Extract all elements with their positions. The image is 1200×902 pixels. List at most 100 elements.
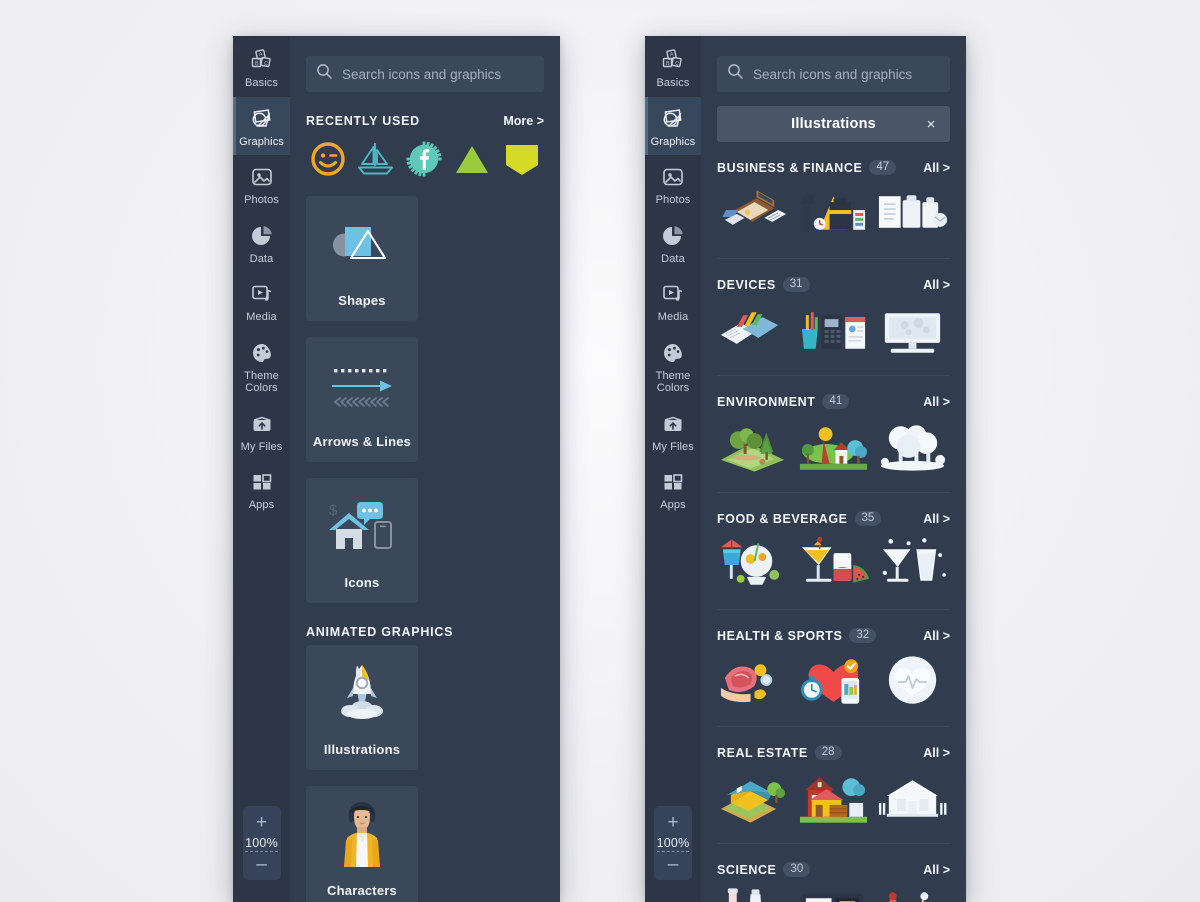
sidebar-item-basics[interactable]: A B C Basics <box>233 38 290 97</box>
category-title-group: FOOD & BEVERAGE 35 <box>717 511 882 526</box>
search-input[interactable] <box>342 66 534 82</box>
sidebar-item-label: Theme Colors <box>655 369 691 395</box>
lamp-bag-art[interactable] <box>796 182 871 244</box>
search-bar-left[interactable] <box>306 56 544 92</box>
search-bar-right[interactable] <box>717 56 950 92</box>
sidebar-item-media[interactable]: Media <box>233 272 290 331</box>
sidebar-item-label: My Files <box>652 440 694 453</box>
card-illustrations[interactable]: Illustrations <box>306 645 418 770</box>
molecule-art[interactable] <box>875 884 950 902</box>
sidebar-item-label: Data <box>661 252 685 265</box>
lab-screen-art[interactable] <box>796 884 871 902</box>
active-filter-illustrations[interactable]: Illustrations × <box>717 106 950 142</box>
grid-apps-icon <box>249 469 275 495</box>
zoom-value[interactable]: 100% <box>245 836 278 852</box>
zoom-in-button[interactable] <box>663 814 683 832</box>
sidebar-item-my-files[interactable]: My Files <box>233 402 290 461</box>
arrows-lines-art <box>306 337 418 434</box>
desk-chart-art[interactable] <box>717 299 792 361</box>
category-business-finance: BUSINESS & FINANCE 47 All > <box>717 142 950 258</box>
sidebar-item-graphics[interactable]: Graphics <box>233 96 290 155</box>
zoom-value[interactable]: 100% <box>656 836 690 852</box>
close-icon[interactable]: × <box>923 116 939 132</box>
blue-house-art[interactable] <box>717 767 792 829</box>
category-thumbnails <box>717 884 950 902</box>
palette-icon <box>660 340 686 366</box>
sidebar-item-basics[interactable]: A B C Basics <box>645 38 701 97</box>
sidebar-item-theme-colors[interactable]: Theme Colors <box>645 331 701 402</box>
photo-icon <box>249 164 275 190</box>
category-all-link[interactable]: All > <box>923 161 950 175</box>
forest-art[interactable] <box>717 416 792 478</box>
heart-timer-art[interactable] <box>796 650 871 712</box>
sidebar-item-theme-colors[interactable]: Theme Colors <box>233 331 290 402</box>
category-food-beverage: FOOD & BEVERAGE 35 All > <box>717 492 950 609</box>
card-shapes[interactable]: Shapes <box>306 196 418 321</box>
documents-bags-art[interactable] <box>875 182 950 244</box>
category-name: DEVICES <box>717 277 776 292</box>
category-header: HEALTH & SPORTS 32 All > <box>717 628 950 643</box>
sidebar-item-label: Photos <box>655 194 691 206</box>
pens-phone-art[interactable] <box>796 299 871 361</box>
sidebar-item-apps[interactable]: Apps <box>645 460 701 519</box>
sailboat-icon[interactable] <box>354 138 398 180</box>
monitor-art[interactable] <box>875 299 950 361</box>
category-title-group: REAL ESTATE 28 <box>717 745 842 760</box>
sidebar-item-photos[interactable]: Photos <box>233 155 290 214</box>
search-icon <box>316 63 333 85</box>
winking-smiley-icon[interactable] <box>308 138 348 180</box>
yellow-shield-icon[interactable] <box>500 138 544 180</box>
category-title-group: HEALTH & SPORTS 32 <box>717 628 877 643</box>
sidebar-item-graphics[interactable]: Graphics <box>645 96 701 155</box>
briefcase-money-art[interactable] <box>717 182 792 244</box>
category-all-link[interactable]: All > <box>923 629 950 643</box>
category-all-link[interactable]: All > <box>923 512 950 526</box>
category-count-badge: 41 <box>822 394 850 409</box>
card-arrows-lines[interactable]: Arrows & Lines <box>306 337 418 462</box>
card-icons[interactable]: $ Icons <box>306 478 418 603</box>
category-count-badge: 28 <box>814 745 842 760</box>
category-all-link[interactable]: All > <box>923 863 950 877</box>
sidebar-item-media[interactable]: Media <box>645 272 701 331</box>
white-house-art[interactable] <box>875 767 950 829</box>
flask-art[interactable] <box>717 884 792 902</box>
sidebar-item-data[interactable]: Data <box>233 214 290 273</box>
recently-used-more-link[interactable]: More > <box>503 114 544 128</box>
category-thumbnails <box>717 299 950 375</box>
drink-watermelon-art[interactable] <box>796 533 871 595</box>
category-count-badge: 32 <box>849 628 877 643</box>
card-characters[interactable]: Characters <box>306 786 418 902</box>
yellow-house-art[interactable] <box>796 767 871 829</box>
meat-hand-art[interactable] <box>717 650 792 712</box>
sidebar-item-label: Media <box>657 311 689 323</box>
category-environment: ENVIRONMENT 41 All > <box>717 375 950 492</box>
svg-text:A: A <box>258 51 263 58</box>
category-thumbnails <box>717 650 950 726</box>
category-all-link[interactable]: All > <box>923 746 950 760</box>
zoom-in-button[interactable] <box>252 814 272 832</box>
category-title-group: DEVICES 31 <box>717 277 810 292</box>
facebook-badge-icon[interactable] <box>404 138 444 180</box>
category-thumbnails <box>717 533 950 609</box>
search-input[interactable] <box>753 66 940 82</box>
white-heart-art[interactable] <box>875 650 950 712</box>
category-name: FOOD & BEVERAGE <box>717 511 848 526</box>
white-trees-art[interactable] <box>875 416 950 478</box>
park-house-art[interactable] <box>796 416 871 478</box>
category-thumbnails <box>717 416 950 492</box>
category-count-badge: 47 <box>869 160 897 175</box>
category-title-group: BUSINESS & FINANCE 47 <box>717 160 897 175</box>
category-all-link[interactable]: All > <box>923 278 950 292</box>
zoom-out-button[interactable] <box>663 856 683 874</box>
zoom-out-button[interactable] <box>252 856 272 874</box>
sidebar-item-data[interactable]: Data <box>645 214 701 273</box>
blocks-abc-icon: A B C <box>660 47 686 73</box>
cocktails-art[interactable] <box>717 533 792 595</box>
green-triangle-icon[interactable] <box>450 138 494 180</box>
sidebar-item-my-files[interactable]: My Files <box>645 402 701 461</box>
category-all-link[interactable]: All > <box>923 395 950 409</box>
sidebar-item-photos[interactable]: Photos <box>645 155 701 214</box>
sidebar-item-apps[interactable]: Apps <box>233 460 290 519</box>
card-label: Arrows & Lines <box>312 434 412 449</box>
white-glass-art[interactable] <box>875 533 950 595</box>
